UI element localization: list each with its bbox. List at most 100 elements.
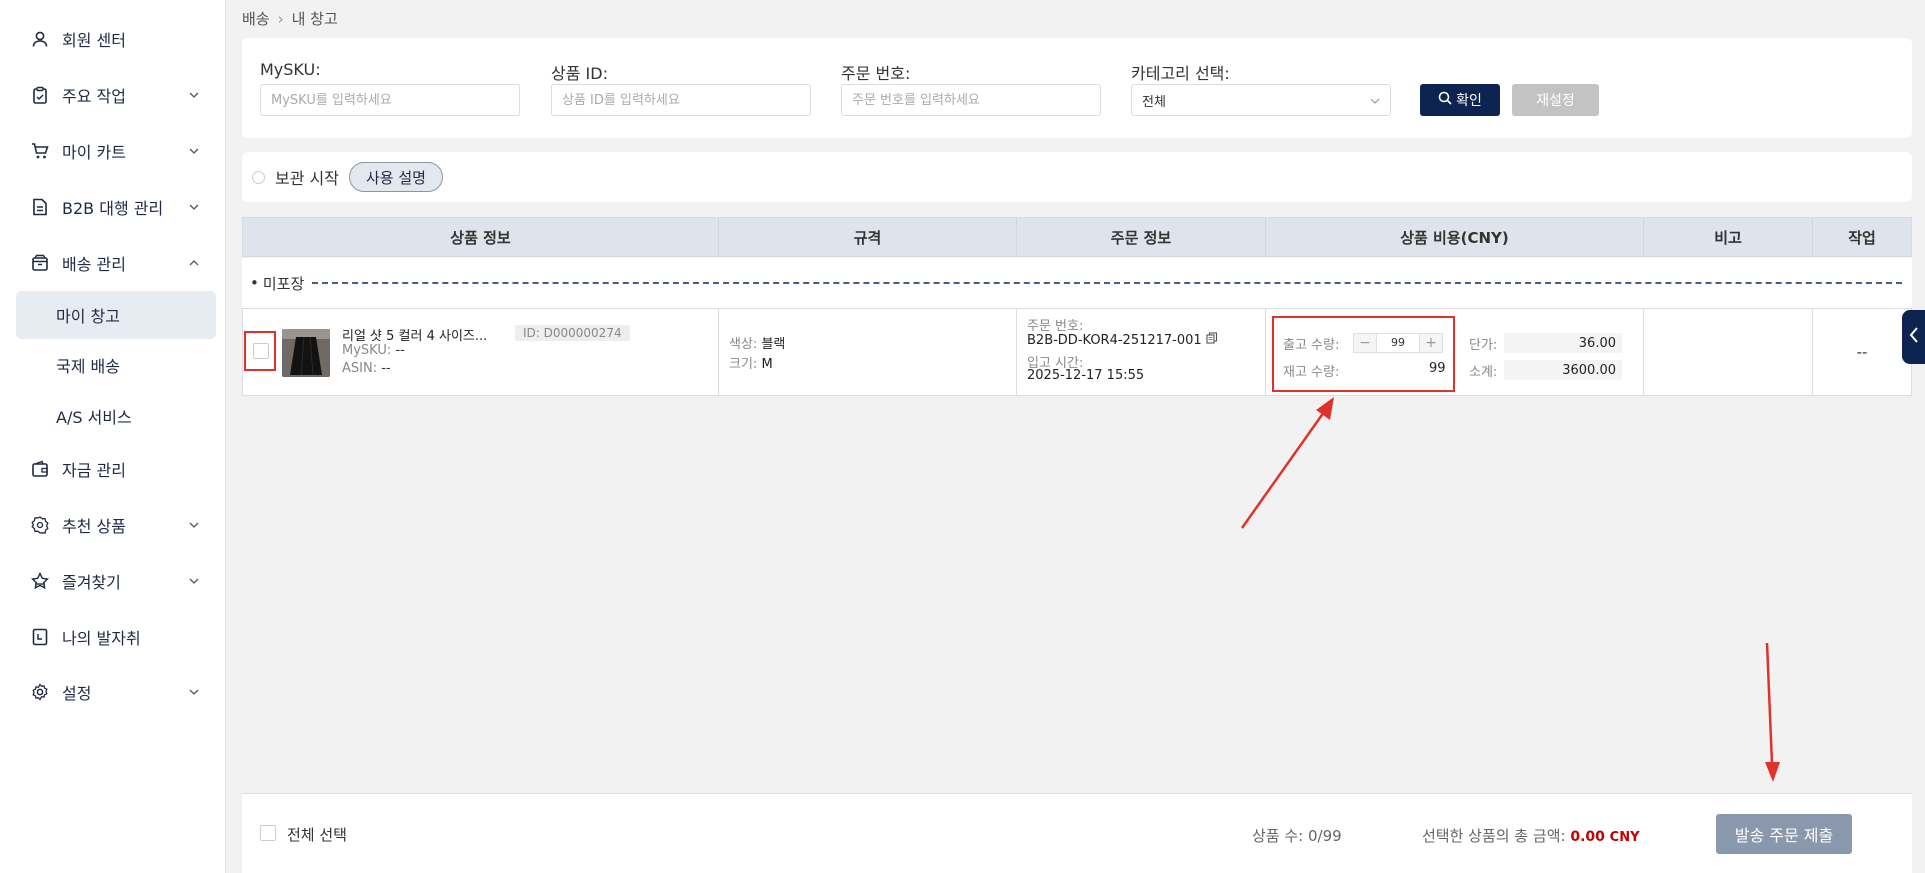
- asin-line: ASIN: --: [342, 361, 391, 376]
- sidebar-item-label: 추천 상품: [62, 517, 126, 536]
- sidebar: 회원 센터 주요 작업 마이 카트 B2B 대행 관리 배송 관리 마이 창고 …: [0, 0, 226, 873]
- category-filter: 카테고리 선택: 전체: [1131, 60, 1391, 116]
- arrow-to-submit: [1765, 642, 1774, 765]
- color-line: 색상: 블랙: [729, 333, 785, 352]
- select-all-label[interactable]: 전체 선택: [287, 824, 347, 845]
- subtotal-label: 소계:: [1469, 365, 1498, 380]
- sidebar-item-member-center[interactable]: 회원 센터: [30, 21, 200, 57]
- product-id-badge: ID: D000000274: [515, 325, 630, 341]
- mysku-label: MySKU:: [260, 60, 321, 79]
- annotation-box-quantity: [1272, 316, 1455, 392]
- category-label: 카테고리 선택:: [1131, 64, 1230, 83]
- total-amount-value: 0.00: [1570, 829, 1605, 845]
- sidebar-item-label: 주요 작업: [62, 87, 126, 106]
- calendar-icon: [30, 627, 50, 647]
- breadcrumb-parent[interactable]: 배송: [242, 8, 270, 29]
- arrow-head-submit: [1765, 762, 1780, 782]
- search-icon: [1438, 91, 1452, 109]
- asin-line-label: ASIN:: [342, 361, 378, 376]
- chevron-down-icon: [188, 145, 200, 157]
- col-action: 작업: [1848, 228, 1876, 247]
- total-amount: 선택한 상품의 총 금액: 0.00 CNY: [1422, 825, 1640, 846]
- product-id-label: 상품 ID:: [551, 64, 608, 83]
- select-all-checkbox[interactable]: [260, 825, 276, 841]
- mysku-line-label: MySKU:: [342, 343, 392, 358]
- col-order-info: 주문 정보: [1017, 218, 1266, 256]
- cart-icon: [30, 141, 50, 161]
- sidebar-item-label: 즐겨찾기: [62, 573, 121, 592]
- chevron-down-icon: [188, 686, 200, 698]
- mysku-input[interactable]: [260, 84, 520, 116]
- breadcrumb: 배송 › 내 창고: [242, 8, 338, 29]
- chevron-down-icon: [1370, 93, 1380, 108]
- breadcrumb-current: 내 창고: [291, 10, 338, 28]
- asin-value: --: [381, 361, 391, 376]
- item-count-value: 0/99: [1308, 827, 1342, 845]
- size-label: 크기:: [729, 357, 758, 372]
- storage-start-radio[interactable]: [252, 170, 265, 184]
- howto-button[interactable]: 사용 설명: [348, 162, 443, 192]
- mysku-line: MySKU: --: [342, 343, 405, 358]
- product-thumbnail: [282, 329, 330, 377]
- action-value: --: [1856, 343, 1868, 361]
- confirm-button[interactable]: 확인: [1420, 84, 1500, 116]
- total-label: 선택한 상품의 총 금액:: [1422, 827, 1566, 845]
- sidebar-item-footprints[interactable]: 나의 발자취: [30, 619, 200, 655]
- unit-price-value: 36.00: [1504, 333, 1622, 353]
- chevron-down-icon: [188, 575, 200, 587]
- order-no-input[interactable]: [841, 84, 1101, 116]
- item-count-label: 상품 수:: [1252, 827, 1304, 845]
- group-divider: [312, 282, 1902, 284]
- sidebar-item-funds[interactable]: 자금 관리: [30, 451, 200, 487]
- mysku-value: --: [395, 343, 405, 358]
- chevron-down-icon: [188, 519, 200, 531]
- document-icon: [30, 197, 50, 217]
- col-product-info: 상품 정보: [243, 218, 719, 256]
- submit-order-button[interactable]: 발송 주문 제출: [1716, 814, 1852, 854]
- total-currency: CNY: [1609, 830, 1640, 845]
- table-header: 상품 정보 규격 주문 정보 상품 비용(CNY) 비고 작업: [242, 217, 1912, 257]
- product-cell: 리얼 샷 5 컬러 4 사이즈... ID: D000000274 MySKU:…: [243, 309, 719, 395]
- action-cell: --: [1813, 309, 1911, 395]
- collapse-panel-tab[interactable]: [1902, 310, 1925, 364]
- user-icon: [30, 29, 50, 49]
- sidebar-item-recommended[interactable]: 추천 상품: [30, 507, 200, 543]
- annotation-box-row-checkbox: [244, 331, 276, 371]
- sidebar-item-settings[interactable]: 설정: [30, 674, 200, 710]
- subtotal-value: 3600.00: [1504, 360, 1622, 380]
- mysku-filter: MySKU:: [260, 60, 520, 116]
- order-no-line: B2B-DD-KOR4-251217-001: [1027, 332, 1218, 348]
- gear-icon: [30, 682, 50, 702]
- sidebar-subitem-my-warehouse[interactable]: 마이 창고: [16, 291, 216, 339]
- sidebar-item-main-tasks[interactable]: 주요 작업: [30, 77, 200, 113]
- in-time-value: 2025-12-17 15:55: [1027, 368, 1145, 383]
- clipboard-icon: [30, 85, 50, 105]
- warehouse-table: 상품 정보 규격 주문 정보 상품 비용(CNY) 비고 작업: [242, 217, 1912, 257]
- order-cell: 주문 번호: B2B-DD-KOR4-251217-001 입고 시간: 202…: [1017, 309, 1266, 395]
- storage-start-label: 보관 시작: [275, 169, 339, 188]
- copy-icon[interactable]: [1206, 332, 1218, 348]
- col-cost: 상품 비용(CNY): [1266, 218, 1644, 256]
- group-label: 미포장: [262, 274, 305, 293]
- chevron-down-icon: [188, 89, 200, 101]
- reset-button[interactable]: 재설정: [1512, 84, 1599, 116]
- sidebar-subitem-as-service[interactable]: A/S 서비스: [16, 392, 216, 440]
- confirm-label: 확인: [1456, 93, 1482, 109]
- product-id-input[interactable]: [551, 84, 811, 116]
- sidebar-item-my-cart[interactable]: 마이 카트: [30, 133, 200, 169]
- sidebar-subitem-intl-shipping[interactable]: 국제 배송: [16, 341, 216, 389]
- category-select[interactable]: 전체: [1131, 84, 1391, 116]
- size-line: 크기: M: [729, 353, 773, 372]
- sidebar-item-favorites[interactable]: 즐겨찾기: [30, 563, 200, 599]
- table-row: 리얼 샷 5 컬러 4 사이즈... ID: D000000274 MySKU:…: [242, 308, 1912, 396]
- wallet-icon: [30, 459, 50, 479]
- order-no-label: 주문 번호:: [841, 64, 911, 83]
- product-title[interactable]: 리얼 샷 5 컬러 4 사이즈...: [342, 325, 512, 344]
- storage-toolbar: 보관 시작 사용 설명: [242, 152, 1912, 202]
- sidebar-item-shipping[interactable]: 배송 관리: [30, 245, 200, 281]
- filter-panel: MySKU: 상품 ID: 주문 번호: 카테고리 선택: 전체 확인 재설정: [242, 38, 1912, 138]
- sidebar-item-label: 회원 센터: [62, 31, 126, 50]
- sidebar-item-b2b[interactable]: B2B 대행 관리: [30, 189, 200, 225]
- order-no-value: B2B-DD-KOR4-251217-001: [1027, 332, 1202, 348]
- chevron-up-icon: [188, 257, 200, 269]
